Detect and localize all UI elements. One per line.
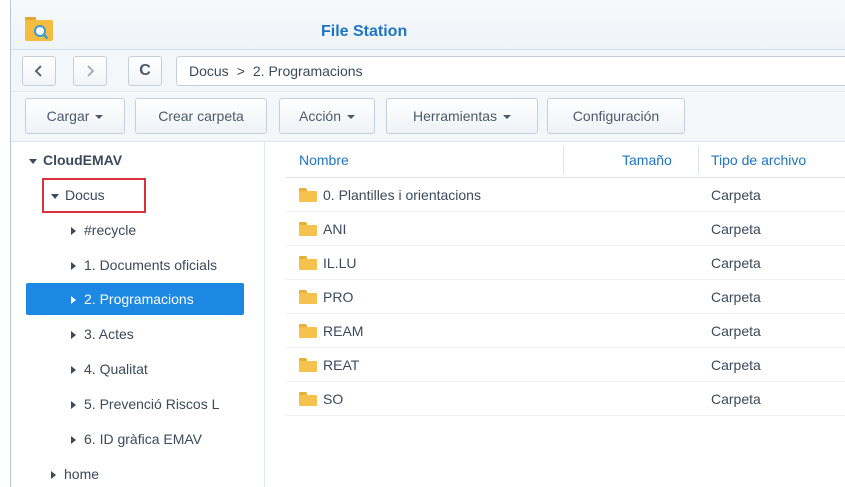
tree-item-label: home <box>64 466 100 482</box>
collapse-arrow-icon <box>71 331 76 340</box>
path-segment-current[interactable]: 2. Programacions <box>253 63 363 79</box>
file-type: Carpeta <box>711 357 761 373</box>
file-name: 0. Plantilles i orientacions <box>323 187 481 203</box>
tree-item-home[interactable]: home <box>51 458 231 487</box>
refresh-button[interactable]: C <box>128 56 162 86</box>
column-header-size[interactable]: Tamaño <box>622 142 672 178</box>
annotation-highlight-box <box>42 178 146 213</box>
file-type: Carpeta <box>711 323 761 339</box>
tree-root-cloudemav[interactable]: CloudEMAV <box>29 144 259 176</box>
file-type: Carpeta <box>711 255 761 271</box>
path-bar[interactable]: Docus >2. Programacions <box>176 56 845 86</box>
chevron-left-icon <box>34 65 42 77</box>
column-divider[interactable] <box>698 146 699 174</box>
column-header-name[interactable]: Nombre <box>299 142 349 178</box>
title-bar: File Station <box>11 0 845 50</box>
file-row[interactable]: PRO Carpeta <box>286 280 845 314</box>
tools-label: Herramientas <box>412 108 498 124</box>
collapse-arrow-icon <box>71 227 76 236</box>
upload-label: Cargar <box>46 108 90 124</box>
file-row[interactable]: REAM Carpeta <box>286 314 845 348</box>
file-type: Carpeta <box>711 221 761 237</box>
tree-item-label: #recycle <box>84 222 137 238</box>
file-row[interactable]: ANI Carpeta <box>286 212 845 246</box>
tree-item-label: 2. Programacions <box>84 291 194 307</box>
collapse-arrow-icon <box>71 401 76 410</box>
folder-icon <box>299 358 317 373</box>
caret-down-icon <box>347 115 356 120</box>
back-button[interactable] <box>22 56 56 86</box>
tree-item-documents-oficials[interactable]: 1. Documents oficials <box>71 249 249 281</box>
folder-icon <box>299 392 317 407</box>
forward-button[interactable] <box>73 56 107 86</box>
caret-down-icon <box>503 115 512 120</box>
tree-item-programacions[interactable]: 2. Programacions <box>26 283 244 315</box>
collapse-arrow-icon <box>71 296 76 305</box>
column-divider[interactable] <box>563 146 564 174</box>
caret-down-icon <box>95 115 104 120</box>
action-button[interactable]: Acción <box>279 98 375 134</box>
folder-icon <box>299 222 317 237</box>
tree-item-label: 6. ID gràfica EMAV <box>84 431 203 447</box>
file-name: PRO <box>323 289 354 305</box>
tree-root-label: CloudEMAV <box>43 152 123 168</box>
file-type: Carpeta <box>711 391 761 407</box>
tree-item-label: 4. Qualitat <box>84 361 148 377</box>
file-name: IL.LU <box>323 255 357 271</box>
chevron-right-icon <box>87 65 95 77</box>
collapse-arrow-icon <box>51 471 56 480</box>
file-type: Carpeta <box>711 289 761 305</box>
action-toolbar: Cargar Crear carpeta Acción Herramientas… <box>11 93 845 142</box>
collapse-arrow-icon <box>71 262 76 271</box>
create-folder-label: Crear carpeta <box>158 108 244 124</box>
upload-button[interactable]: Cargar <box>25 98 125 134</box>
folder-icon <box>299 324 317 339</box>
create-folder-button[interactable]: Crear carpeta <box>135 98 267 134</box>
tree-item-id-grafica[interactable]: 6. ID gràfica EMAV <box>71 423 251 455</box>
file-list: Nombre Tamaño Tipo de archivo 0. Plantil… <box>286 142 845 487</box>
settings-label: Configuración <box>572 108 660 124</box>
folder-icon <box>299 188 317 203</box>
expand-arrow-icon <box>29 158 37 164</box>
collapse-arrow-icon <box>71 366 76 375</box>
collapse-arrow-icon <box>71 436 76 445</box>
tree-item-label: 1. Documents oficials <box>84 257 218 273</box>
tree-item-actes[interactable]: 3. Actes <box>71 318 251 350</box>
file-row[interactable]: 0. Plantilles i orientacions Carpeta <box>286 178 845 212</box>
tree-item-label: 5. Prevenció Riscos L <box>84 396 220 412</box>
path-separator: > <box>236 63 245 79</box>
action-label: Acción <box>298 108 342 124</box>
folder-icon <box>299 256 317 271</box>
file-type: Carpeta <box>711 187 761 203</box>
file-row[interactable]: IL.LU Carpeta <box>286 246 845 280</box>
column-header-type[interactable]: Tipo de archivo <box>711 142 806 178</box>
navigation-bar: C Docus >2. Programacions <box>11 50 845 92</box>
path-segment-docus[interactable]: Docus <box>189 63 229 79</box>
window-title: File Station <box>321 23 408 40</box>
tree-item-label: 3. Actes <box>84 326 134 342</box>
settings-button[interactable]: Configuración <box>547 98 685 134</box>
file-name: SO <box>323 391 344 407</box>
tools-button[interactable]: Herramientas <box>386 98 538 134</box>
file-row[interactable]: REAT Carpeta <box>286 348 845 382</box>
file-name: REAM <box>323 323 364 339</box>
file-name: REAT <box>323 357 360 373</box>
tree-item-qualitat[interactable]: 4. Qualitat <box>71 353 251 385</box>
folder-icon <box>299 290 317 305</box>
tree-item-prevencio-riscos[interactable]: 5. Prevenció Riscos L <box>71 388 249 420</box>
tree-item-recycle[interactable]: #recycle <box>71 214 251 246</box>
file-name: ANI <box>323 221 347 237</box>
refresh-icon: C <box>139 62 151 79</box>
file-row[interactable]: SO Carpeta <box>286 382 845 416</box>
file-station-window: File Station C Docus >2. Programacions Ca… <box>10 0 845 487</box>
